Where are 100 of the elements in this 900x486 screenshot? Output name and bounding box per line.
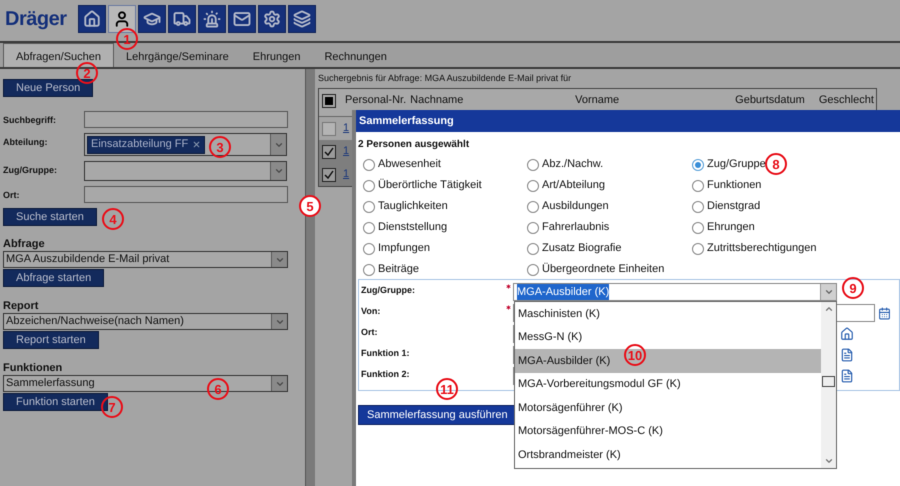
nav-button[interactable] bbox=[168, 5, 196, 33]
start-button[interactable]: Report starten bbox=[3, 331, 99, 349]
text-field[interactable] bbox=[84, 111, 288, 128]
radio-button[interactable] bbox=[527, 242, 539, 254]
callout-marker: 8 bbox=[765, 153, 787, 175]
field-label: Zug/Gruppe: bbox=[3, 164, 58, 177]
radio-button[interactable] bbox=[527, 200, 539, 212]
radio-option[interactable]: Tauglichkeiten bbox=[363, 198, 448, 215]
house-icon[interactable] bbox=[840, 327, 854, 341]
select-field[interactable]: MGA-Ausbilder (K) bbox=[513, 283, 837, 301]
radio-button[interactable] bbox=[692, 200, 704, 212]
radio-option[interactable]: Dienstgrad bbox=[692, 198, 760, 215]
text-field[interactable] bbox=[84, 186, 288, 203]
nav-button[interactable] bbox=[258, 5, 286, 33]
radio-button[interactable] bbox=[363, 222, 375, 234]
select-field[interactable]: MGA Auszubildende E-Mail privat bbox=[3, 251, 288, 268]
column-header[interactable]: Nachname bbox=[410, 94, 576, 107]
radio-option[interactable]: Zutrittsberechtigungen bbox=[692, 240, 816, 257]
list-icon[interactable] bbox=[840, 348, 854, 362]
dialog-title: Sammelerfassung bbox=[359, 114, 454, 129]
radio-button[interactable] bbox=[363, 200, 375, 212]
radio-option[interactable]: Ausbildungen bbox=[527, 198, 609, 215]
section-title: Report bbox=[3, 300, 40, 313]
radio-option[interactable]: Funktionen bbox=[692, 177, 762, 194]
personnel-number-link[interactable]: 1 bbox=[343, 120, 350, 137]
remove-icon[interactable] bbox=[192, 140, 202, 149]
logo: Dräger bbox=[5, 7, 68, 32]
field-label: Ort: bbox=[360, 326, 378, 339]
scroll-thumb[interactable] bbox=[822, 376, 835, 387]
nav-button[interactable] bbox=[288, 5, 316, 33]
dropdown-option[interactable]: MGA-Vorbereitungsmodul GF (K) bbox=[515, 372, 821, 396]
search-button[interactable]: Suche starten bbox=[3, 208, 97, 226]
tab[interactable]: Ehrungen bbox=[240, 43, 312, 67]
column-header[interactable]: Vorname bbox=[575, 94, 736, 107]
radio-option[interactable]: Impfungen bbox=[363, 240, 430, 257]
radio-option[interactable]: Überörtliche Tätigkeit bbox=[363, 177, 482, 194]
radio-button[interactable] bbox=[363, 158, 375, 170]
start-button[interactable]: Abfrage starten bbox=[3, 269, 104, 287]
scroll-up-icon[interactable] bbox=[824, 304, 834, 314]
dropdown-option[interactable]: Motorsägenführer-MOS-C (K) bbox=[515, 420, 821, 443]
callout-marker: 11 bbox=[436, 378, 458, 400]
radio-button[interactable] bbox=[363, 180, 375, 192]
tab[interactable]: Abfragen/Suchen bbox=[3, 43, 114, 67]
section-title: Funktionen bbox=[3, 362, 64, 375]
radio-option[interactable]: Beiträge bbox=[363, 261, 419, 278]
siren-icon bbox=[203, 10, 221, 28]
radio-button[interactable] bbox=[527, 264, 539, 276]
nav-button[interactable] bbox=[228, 5, 256, 33]
house-icon bbox=[83, 10, 101, 28]
start-button[interactable]: Funktion starten bbox=[3, 393, 108, 411]
scrollbar[interactable] bbox=[821, 302, 836, 468]
radio-option[interactable]: Übergeordnete Einheiten bbox=[527, 261, 664, 278]
radio-option[interactable]: Ehrungen bbox=[692, 219, 755, 236]
nav-button[interactable] bbox=[108, 5, 136, 33]
column-header[interactable]: Geburtsdatum bbox=[735, 94, 805, 107]
selected-tag[interactable]: Einsatzabteilung FF bbox=[87, 136, 206, 154]
radio-button[interactable] bbox=[692, 158, 704, 170]
dropdown-option[interactable]: Ortsbrandmeister (K) bbox=[515, 443, 821, 466]
radio-option[interactable]: Dienststellung bbox=[363, 219, 448, 236]
dropdown-option[interactable]: Maschinisten (K) bbox=[515, 302, 821, 326]
radio-button[interactable] bbox=[527, 222, 539, 234]
radio-button[interactable] bbox=[692, 242, 704, 254]
radio-button[interactable] bbox=[363, 242, 375, 254]
execute-button[interactable]: Sammelerfassung ausführen bbox=[358, 405, 517, 425]
radio-option[interactable]: Art/Abteilung bbox=[527, 177, 605, 194]
field-label: Funktion 2: bbox=[360, 368, 410, 381]
select-all-checkbox[interactable] bbox=[322, 94, 336, 108]
radio-option[interactable]: Abz./Nachw. bbox=[527, 156, 604, 173]
radio-button[interactable] bbox=[692, 180, 704, 192]
column-header[interactable]: Personal-Nr. bbox=[345, 94, 406, 107]
list-icon[interactable] bbox=[840, 369, 854, 383]
radio-option[interactable]: Zug/Gruppe bbox=[692, 156, 766, 173]
scroll-down-icon[interactable] bbox=[824, 456, 834, 466]
radio-option[interactable]: Zusatz Biografie bbox=[527, 240, 622, 257]
radio-button[interactable] bbox=[363, 264, 375, 276]
radio-option[interactable]: Fahrerlaubnis bbox=[527, 219, 610, 236]
callout-marker: 4 bbox=[102, 208, 124, 230]
select-field[interactable] bbox=[84, 161, 287, 181]
selection-count: 2 Personen ausgewählt bbox=[358, 138, 470, 152]
callout-marker: 5 bbox=[299, 195, 321, 217]
radio-button[interactable] bbox=[527, 158, 539, 170]
column-header[interactable]: Geschlecht bbox=[818, 94, 874, 107]
dropdown-option[interactable]: Motorsägenführer (K) bbox=[515, 396, 821, 420]
select-value: MGA-Ausbilder (K) bbox=[517, 284, 610, 300]
truck-icon bbox=[173, 10, 191, 28]
nav-button[interactable] bbox=[138, 5, 166, 33]
select-field[interactable]: Abzeichen/Nachweise(nach Namen) bbox=[3, 313, 288, 330]
field-label: Funktion 1: bbox=[360, 347, 410, 360]
row-checkbox[interactable] bbox=[322, 168, 336, 182]
calendar-icon[interactable] bbox=[878, 306, 891, 320]
radio-button[interactable] bbox=[692, 222, 704, 234]
nav-button[interactable] bbox=[198, 5, 226, 33]
radio-option[interactable]: Abwesenheit bbox=[363, 156, 441, 173]
row-checkbox[interactable] bbox=[322, 144, 336, 158]
new-person-button[interactable]: Neue Person bbox=[3, 79, 94, 97]
tab[interactable]: Rechnungen bbox=[312, 43, 399, 67]
nav-button[interactable] bbox=[78, 5, 106, 33]
row-checkbox[interactable] bbox=[322, 122, 336, 136]
field-label: Suchbegriff: bbox=[3, 114, 57, 127]
radio-button[interactable] bbox=[527, 180, 539, 192]
